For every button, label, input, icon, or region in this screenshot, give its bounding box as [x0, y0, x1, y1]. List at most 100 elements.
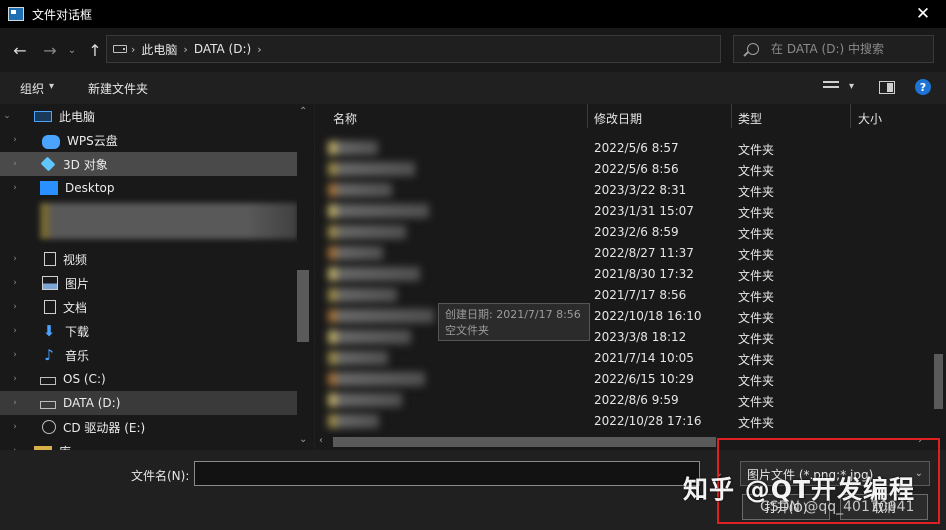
close-icon[interactable]: ✕: [900, 0, 946, 28]
tree-item-label: OS (C:): [63, 372, 106, 386]
filename-input[interactable]: [194, 461, 700, 486]
redacted-file-name: [328, 393, 402, 407]
tree-item-os-c[interactable]: › OS (C:): [0, 367, 298, 391]
table-row[interactable]: 2023/3/8 18:12 文件夹: [315, 327, 931, 348]
search-input[interactable]: [771, 42, 921, 56]
chevron-right-icon[interactable]: ›: [0, 183, 30, 193]
tree-item-wps-cloud[interactable]: › WPS云盘: [0, 128, 298, 152]
organize-button[interactable]: 组织: [20, 80, 44, 97]
chevron-down-icon[interactable]: ⌄: [0, 111, 14, 121]
file-type: 文件夹: [738, 311, 775, 325]
breadcrumb-separator: ›: [257, 42, 262, 56]
scroll-right-arrow-icon[interactable]: ›: [918, 435, 922, 446]
chevron-right-icon[interactable]: ›: [0, 326, 30, 336]
tree-item-videos[interactable]: › 视频: [0, 247, 298, 271]
file-modified-date: 2023/3/8 18:12: [594, 330, 687, 344]
table-row[interactable]: 2023/1/31 15:07 文件夹: [315, 201, 931, 222]
chevron-right-icon[interactable]: ›: [0, 254, 30, 264]
chevron-right-icon[interactable]: ›: [0, 135, 30, 145]
pictures-icon: [42, 276, 58, 290]
table-row[interactable]: 2021/7/17 8:56 文件夹: [315, 285, 931, 306]
tree-item-label: DATA (D:): [63, 396, 121, 410]
view-chevron-down-icon[interactable]: ▾: [849, 81, 854, 92]
table-row[interactable]: 2022/6/15 10:29 文件夹: [315, 369, 931, 390]
scrollbar-thumb[interactable]: [333, 437, 716, 447]
tree-item-downloads[interactable]: › ⬇ 下载: [0, 319, 298, 343]
file-type: 文件夹: [738, 206, 775, 220]
chevron-right-icon[interactable]: ›: [0, 302, 30, 312]
table-row[interactable]: 2022/10/18 16:10 文件夹: [315, 306, 931, 327]
tree-item-label: 库: [59, 443, 71, 451]
tree-item-libraries[interactable]: › 库: [0, 439, 298, 450]
table-row[interactable]: 2022/8/27 11:37 文件夹: [315, 243, 931, 264]
chevron-right-icon[interactable]: ›: [0, 159, 30, 169]
horizontal-scrollbar[interactable]: ‹ ›: [315, 434, 946, 450]
table-row[interactable]: 2021/7/14 10:05 文件夹: [315, 348, 931, 369]
new-folder-button[interactable]: 新建文件夹: [88, 80, 148, 97]
tree-item-data-d[interactable]: › DATA (D:): [0, 391, 298, 415]
file-modified-date: 2022/10/18 16:10: [594, 309, 702, 323]
file-modified-date: 2022/5/6 8:57: [594, 141, 679, 155]
chevron-right-icon[interactable]: ›: [0, 350, 30, 360]
tree-item-this-pc[interactable]: ⌄ 此电脑: [0, 104, 298, 128]
sort-arrow-icon: ^: [452, 104, 460, 110]
view-options-icon[interactable]: [823, 81, 839, 93]
file-list-scrollbar[interactable]: [930, 128, 946, 434]
file-type: 文件夹: [738, 332, 775, 346]
redacted-file-name: [328, 204, 429, 218]
file-type: 文件夹: [738, 374, 775, 388]
tree-item-label: Desktop: [65, 181, 115, 195]
tree-item-cd-drive-e[interactable]: › CD 驱动器 (E:): [0, 415, 298, 439]
search-icon: [747, 43, 759, 55]
breadcrumb-data-drive[interactable]: DATA (D:): [188, 42, 257, 56]
tree-item-music[interactable]: › ♪ 音乐: [0, 343, 298, 367]
navigation-pane[interactable]: ⌄ 此电脑 › WPS云盘 › 3D 对象 › Desktop › 视频 › 图…: [0, 104, 314, 450]
scrollbar-thumb[interactable]: [297, 270, 309, 342]
chevron-down-icon[interactable]: ⌄: [915, 468, 923, 479]
scrollbar-thumb[interactable]: [934, 354, 943, 409]
address-bar[interactable]: › 此电脑 › DATA (D:) › ⌄ ↻: [106, 35, 816, 63]
desktop-icon: [40, 181, 58, 195]
preview-pane-icon[interactable]: [879, 81, 895, 94]
back-arrow-icon[interactable]: ←: [10, 39, 30, 61]
table-row[interactable]: 2022/5/6 8:57 文件夹: [315, 138, 931, 159]
table-row[interactable]: 2022/8/6 9:59 文件夹: [315, 390, 931, 411]
scroll-left-arrow-icon[interactable]: ‹: [319, 435, 323, 446]
file-list[interactable]: ^ 名称 修改日期 类型 大小 2022/5/6 8:57 文件夹 2022/5/6…: [315, 104, 946, 450]
file-type: 文件夹: [738, 227, 775, 241]
tree-item-documents[interactable]: › 文档: [0, 295, 298, 319]
scroll-down-arrow-icon[interactable]: ⌄: [299, 434, 307, 445]
breadcrumb-this-pc[interactable]: 此电脑: [135, 41, 183, 58]
recent-locations-chevron-icon[interactable]: ⌄: [62, 39, 82, 61]
organize-chevron-down-icon[interactable]: ▾: [49, 81, 54, 92]
chevron-right-icon[interactable]: ›: [0, 422, 30, 432]
search-box[interactable]: [733, 35, 934, 63]
chevron-right-icon[interactable]: ›: [0, 398, 30, 408]
table-row[interactable]: 2023/3/22 8:31 文件夹: [315, 180, 931, 201]
scroll-up-arrow-icon[interactable]: ⌃: [299, 106, 307, 117]
table-row[interactable]: 2022/5/6 8:56 文件夹: [315, 159, 931, 180]
tree-item-pictures[interactable]: › 图片: [0, 271, 298, 295]
help-icon[interactable]: ?: [915, 79, 931, 95]
chevron-right-icon[interactable]: ›: [0, 374, 30, 384]
nav-scrollbar[interactable]: ⌃ ⌄: [297, 104, 313, 450]
table-row[interactable]: 2022/10/28 17:16 文件夹: [315, 411, 931, 432]
tree-item-label: 视频: [63, 252, 88, 267]
tree-item-desktop[interactable]: › Desktop: [0, 176, 298, 200]
redacted-file-name: [328, 351, 388, 365]
tree-item-label: 文档: [63, 300, 88, 315]
file-modified-date: 2023/1/31 15:07: [594, 204, 694, 218]
table-row[interactable]: 2023/2/6 8:59 文件夹: [315, 222, 931, 243]
3d-objects-icon: [40, 156, 56, 172]
file-modified-date: 2022/8/27 11:37: [594, 246, 694, 260]
window-title: 文件对话框: [32, 7, 93, 22]
file-modified-date: 2022/10/28 17:16: [594, 414, 702, 428]
address-row: ← → ⌄ ↑ › 此电脑 › DATA (D:) › ⌄ ↻: [0, 28, 946, 72]
redacted-file-name: [328, 372, 425, 386]
tree-item-3d-objects[interactable]: › 3D 对象: [0, 152, 298, 176]
chevron-right-icon[interactable]: ›: [0, 278, 30, 288]
table-row[interactable]: 2021/8/30 17:32 文件夹: [315, 264, 931, 285]
redacted-file-name: [328, 246, 383, 260]
forward-arrow-icon[interactable]: →: [40, 39, 60, 61]
up-arrow-icon[interactable]: ↑: [85, 39, 105, 61]
